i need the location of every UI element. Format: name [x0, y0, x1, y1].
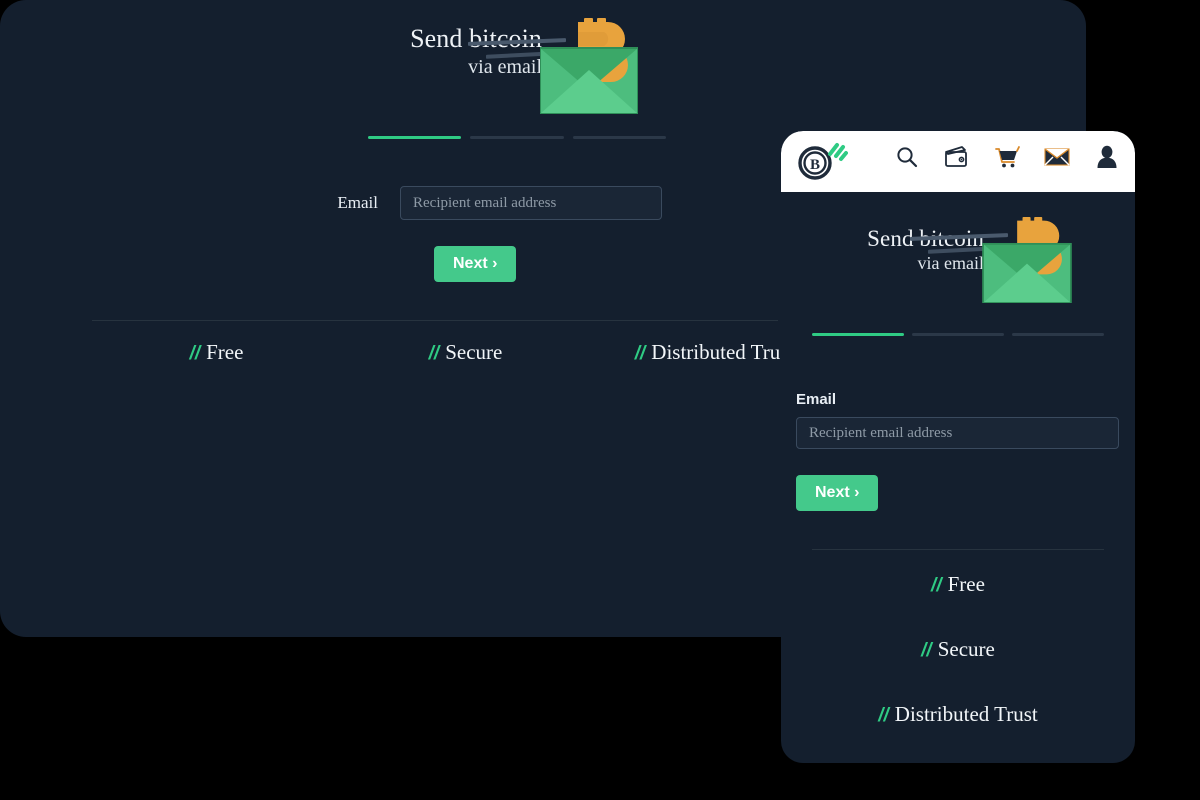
section-divider — [92, 320, 778, 321]
user-icon[interactable] — [1093, 143, 1121, 171]
hero-logo: Send bitcoin via email — [388, 18, 638, 114]
bitcoin-envelope-icon — [982, 217, 1072, 303]
feature-marker-icon: // — [931, 575, 942, 596]
feature-label: Secure — [445, 340, 503, 364]
feature-item: //Free — [92, 340, 341, 365]
mobile-progress-steps — [812, 333, 1104, 336]
mobile-feature-item: //Secure — [790, 637, 1126, 662]
email-label: Email — [337, 193, 378, 212]
feature-label: Free — [947, 572, 985, 596]
mobile-email-label: Email — [796, 391, 837, 408]
progress-step-1[interactable] — [368, 136, 462, 139]
cart-icon[interactable] — [993, 143, 1021, 171]
feature-marker-icon: // — [189, 343, 201, 364]
mobile-feature-item: //Free — [790, 572, 1126, 597]
svg-text:B: B — [810, 157, 820, 173]
feature-list: //Free //Secure //Distributed Trust — [92, 340, 882, 365]
progress-steps — [368, 136, 666, 139]
mobile-nav-icons — [893, 143, 1121, 171]
mobile-progress-step-2[interactable] — [912, 333, 1004, 336]
email-form-row: Email — [0, 186, 780, 220]
feature-marker-icon: // — [428, 343, 440, 364]
feature-label: Free — [206, 340, 244, 364]
feature-marker-icon: // — [878, 705, 889, 726]
mobile-progress-step-3[interactable] — [1012, 333, 1104, 336]
feature-marker-icon: // — [921, 640, 932, 661]
mobile-header-bar: B — [781, 131, 1135, 192]
feature-label: Secure — [937, 637, 995, 661]
mobile-progress-step-1[interactable] — [812, 333, 904, 336]
mobile-hero-logo: Send bitcoin via email — [828, 215, 1080, 307]
email-input[interactable] — [400, 186, 662, 220]
search-icon[interactable] — [893, 143, 921, 171]
next-button[interactable]: Next › — [434, 246, 517, 282]
desktop-content: Send bitcoin via email Email Recipient e… — [0, 0, 794, 637]
feature-item: //Secure — [341, 340, 590, 365]
mobile-email-input[interactable] — [796, 417, 1119, 449]
wallet-icon[interactable] — [943, 143, 971, 171]
progress-step-3[interactable] — [572, 136, 666, 139]
feature-label: Distributed Trust — [894, 702, 1038, 726]
progress-step-2[interactable] — [470, 136, 564, 139]
mobile-feature-item: //Distributed Trust — [790, 702, 1126, 727]
mobile-feature-list: //Free //Secure //Distributed Trust — [790, 572, 1126, 767]
mobile-next-button[interactable]: Next › — [796, 475, 879, 511]
mobile-section-divider — [812, 549, 1104, 550]
feature-marker-icon: // — [634, 343, 646, 364]
mail-icon[interactable] — [1043, 143, 1071, 171]
bitcoin-envelope-icon — [540, 18, 638, 114]
bitcoin-b-logo[interactable]: B — [796, 139, 848, 183]
feature-label: Distributed Trust — [651, 340, 795, 364]
